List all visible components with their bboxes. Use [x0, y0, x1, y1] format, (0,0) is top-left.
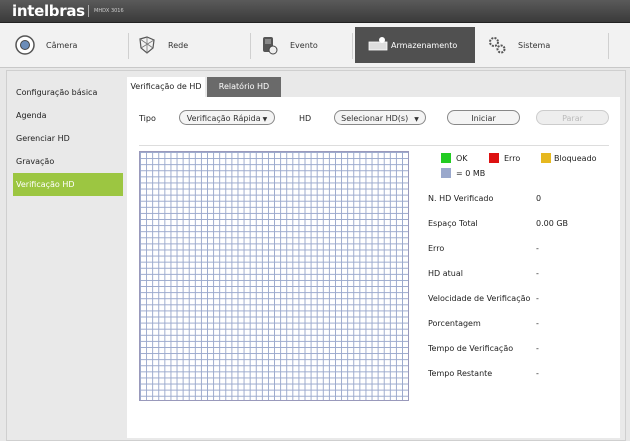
info-label-remaining-time: Tempo Restante	[428, 369, 493, 378]
info-value-speed: -	[536, 294, 539, 303]
info-label-speed: Velocidade de Verificação	[428, 294, 531, 303]
start-button[interactable]: Iniciar	[447, 110, 520, 125]
nav-divider	[608, 33, 609, 59]
main-nav: Câmera Rede Evento Armazenamento Sistema	[0, 23, 630, 68]
info-label-current-hd: HD atual	[428, 269, 463, 278]
chevron-down-icon: ▼	[262, 116, 268, 123]
legend-unit-swatch	[441, 168, 451, 178]
type-select[interactable]: Verificação Rápida ▼	[179, 110, 275, 125]
nav-divider	[128, 33, 129, 59]
hd-select-value: Selecionar HD(s)	[341, 114, 409, 123]
info-value-checked: 0	[536, 194, 542, 203]
nav-event-label: Evento	[290, 40, 318, 50]
nav-camera[interactable]: Câmera	[14, 27, 124, 63]
tab-hd-check[interactable]: Verificação de HD	[127, 77, 205, 97]
info-label-checked: N. HD Verificado	[428, 194, 494, 203]
legend-ok-swatch	[441, 153, 451, 163]
info-value-error: -	[536, 244, 539, 253]
event-icon	[258, 34, 280, 56]
sidebar-item-hd-manager[interactable]: Gerenciar HD	[13, 127, 123, 150]
sidebar-item-basic-config[interactable]: Configuração básica	[13, 81, 123, 104]
chevron-down-icon: ▼	[414, 116, 419, 123]
device-model: MHDX 3016	[94, 8, 124, 14]
legend-blocked-swatch	[541, 153, 551, 163]
nav-divider	[352, 33, 353, 59]
stop-button[interactable]: Parar	[536, 110, 609, 125]
type-select-value: Verificação Rápida	[186, 114, 261, 123]
legend-blocked-label: Bloqueado	[554, 154, 597, 163]
hd-label: HD	[299, 114, 312, 123]
legend-unit-label: = 0 MB	[456, 169, 486, 178]
tab-hd-report[interactable]: Relatório HD	[207, 77, 281, 97]
type-label: Tipo	[139, 114, 156, 123]
hd-check-panel: Tipo Verificação Rápida ▼ HD Selecionar H…	[127, 97, 620, 438]
info-value-current-hd: -	[536, 269, 539, 278]
hd-select[interactable]: Selecionar HD(s) ▼	[334, 110, 426, 125]
sidebar: Configuração básica Agenda Gerenciar HD …	[13, 81, 123, 196]
disk-sector-map	[139, 151, 409, 401]
storage-icon	[367, 34, 389, 56]
sidebar-item-schedule[interactable]: Agenda	[13, 104, 123, 127]
network-icon	[136, 34, 158, 56]
gear-icon	[486, 34, 508, 56]
sidebar-item-recording[interactable]: Gravação	[13, 150, 123, 173]
divider	[139, 145, 609, 146]
nav-system[interactable]: Sistema	[486, 27, 606, 63]
nav-camera-label: Câmera	[46, 40, 78, 50]
nav-storage[interactable]: Armazenamento	[355, 27, 475, 63]
info-label-total-space: Espaço Total	[428, 219, 478, 228]
nav-event[interactable]: Evento	[258, 27, 350, 63]
info-value-percentage: -	[536, 319, 539, 328]
camera-icon	[14, 34, 36, 56]
nav-system-label: Sistema	[518, 40, 551, 50]
brand-logo: intelbras	[12, 2, 85, 20]
nav-storage-label: Armazenamento	[391, 40, 458, 50]
legend-error-label: Erro	[504, 154, 521, 163]
content-area: Configuração básica Agenda Gerenciar HD …	[6, 70, 626, 441]
info-value-check-time: -	[536, 344, 539, 353]
sidebar-item-hd-check[interactable]: Verificação HD	[13, 173, 123, 196]
legend-error-swatch	[489, 153, 499, 163]
legend-ok-label: OK	[456, 154, 468, 163]
brand-divider	[88, 5, 89, 17]
info-label-percentage: Porcentagem	[428, 319, 481, 328]
nav-network-label: Rede	[168, 40, 189, 50]
nav-divider	[250, 33, 251, 59]
top-bar: intelbras MHDX 3016	[0, 0, 630, 23]
info-label-check-time: Tempo de Verificação	[428, 344, 514, 353]
info-label-error: Erro	[428, 244, 445, 253]
nav-network[interactable]: Rede	[136, 27, 246, 63]
info-value-remaining-time: -	[536, 369, 539, 378]
info-value-total-space: 0.00 GB	[536, 219, 569, 228]
